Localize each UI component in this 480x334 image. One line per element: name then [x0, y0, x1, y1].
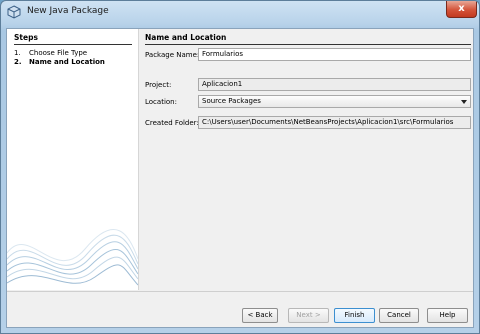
step-item-name-and-location: 2. Name and Location: [14, 58, 105, 66]
button-bar-divider: [7, 291, 473, 292]
step-number: 1.: [14, 49, 21, 57]
step-label: Name and Location: [29, 58, 105, 66]
panel-divider: [145, 44, 471, 45]
help-button[interactable]: Help: [427, 308, 468, 323]
step-item-choose-file-type: 1. Choose File Type: [14, 49, 87, 57]
java-package-icon: [7, 5, 21, 19]
panel-heading: Name and Location: [145, 33, 227, 42]
package-name-input[interactable]: Formularios: [198, 48, 471, 61]
close-button[interactable]: x: [446, 1, 477, 18]
next-button[interactable]: Next >: [288, 308, 329, 323]
steps-panel: Steps 1. Choose File Type 2. Name and Loca…: [7, 29, 139, 290]
close-icon: x: [458, 3, 465, 14]
window-title: New Java Package: [27, 6, 109, 16]
dialog-content: Steps 1. Choose File Type 2. Name and Loca…: [6, 28, 474, 328]
step-number: 2.: [14, 58, 22, 66]
created-folder-label: Created Folder:: [145, 119, 199, 127]
name-location-panel: Name and Location Package Name: Formular…: [145, 29, 471, 290]
created-folder-field: C:\Users\user\Documents\NetBeansProjects…: [198, 116, 471, 129]
location-select[interactable]: Source Packages: [198, 95, 471, 108]
project-label: Project:: [145, 81, 172, 89]
project-field: Aplicacion1: [198, 78, 471, 91]
title-bar[interactable]: New Java Package x: [1, 1, 479, 23]
location-label: Location:: [145, 98, 177, 106]
location-selected-value: Source Packages: [202, 97, 261, 105]
step-label: Choose File Type: [29, 49, 88, 57]
dialog-window: New Java Package x Steps 1. Choose File T…: [0, 0, 480, 334]
back-button[interactable]: < Back: [242, 308, 278, 323]
decorative-wave-graphic: [7, 228, 138, 286]
steps-heading: Steps: [14, 33, 38, 42]
steps-divider: [14, 44, 132, 45]
package-name-label: Package Name:: [145, 51, 200, 59]
finish-button[interactable]: Finish: [334, 308, 375, 323]
chevron-down-icon: [461, 100, 467, 104]
cancel-button[interactable]: Cancel: [379, 308, 419, 323]
